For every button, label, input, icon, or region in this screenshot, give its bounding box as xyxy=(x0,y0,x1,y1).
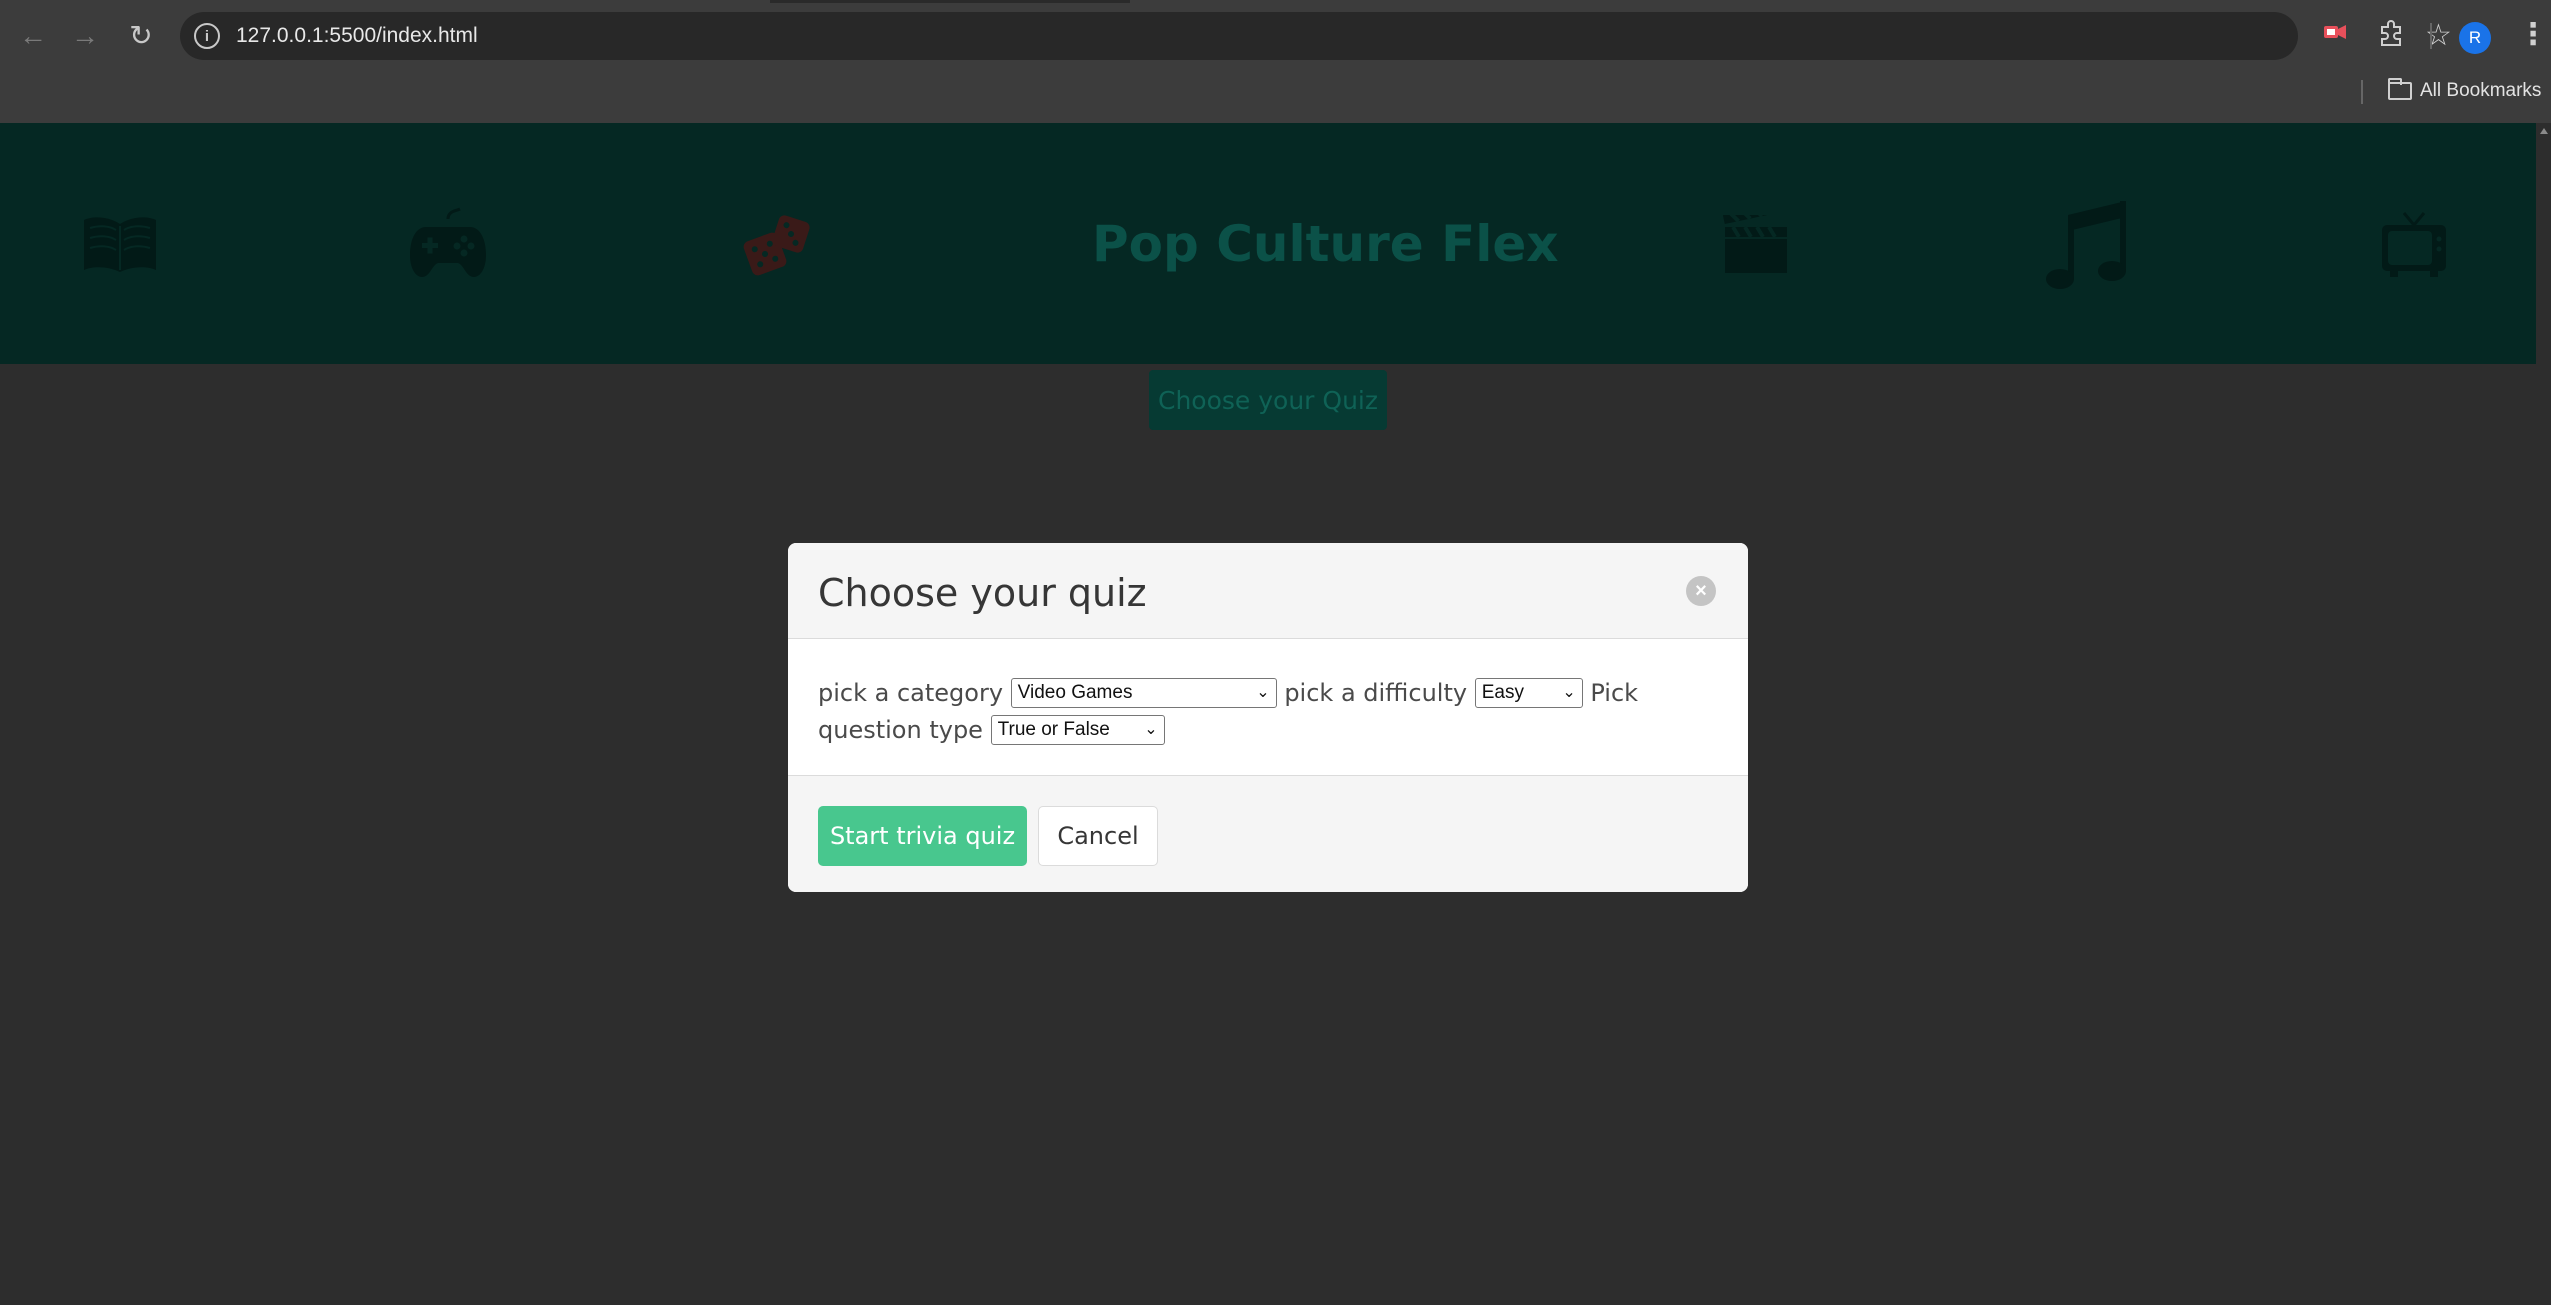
forward-icon[interactable]: → xyxy=(66,17,104,55)
extensions-puzzle-icon[interactable] xyxy=(2378,19,2406,54)
page-scrollbar[interactable] xyxy=(2536,123,2551,1305)
all-bookmarks-label: All Bookmarks xyxy=(2420,80,2542,101)
chevron-down-icon: ⌄ xyxy=(1256,684,1270,701)
browser-chrome: ← → ↻ i 127.0.0.1:5500/index.html ☆ R ⋮ … xyxy=(0,0,2551,123)
modal-title: Choose your quiz xyxy=(818,571,1147,615)
question-type-select-value: True or False xyxy=(997,719,1110,740)
modal-footer: Start trivia quiz Cancel xyxy=(788,775,1748,892)
difficulty-select[interactable]: Easy ⌄ xyxy=(1474,678,1583,708)
toolbar-separator xyxy=(2430,23,2432,49)
browser-toolbar: ← → ↻ i 127.0.0.1:5500/index.html ☆ R ⋮ xyxy=(0,9,2551,63)
start-trivia-quiz-button[interactable]: Start trivia quiz xyxy=(818,806,1027,866)
modal-header: Choose your quiz × xyxy=(788,543,1748,639)
difficulty-select-value: Easy xyxy=(1481,682,1524,703)
bookmarks-bar: All Bookmarks xyxy=(0,72,2551,118)
book-icon xyxy=(70,195,170,295)
close-icon[interactable]: × xyxy=(1686,576,1716,606)
bookmarks-separator xyxy=(2361,80,2363,104)
choose-quiz-button[interactable]: Choose your Quiz xyxy=(1149,370,1387,430)
gamepad-icon xyxy=(398,195,498,295)
music-note-icon xyxy=(2037,195,2137,295)
address-bar[interactable]: i 127.0.0.1:5500/index.html ☆ xyxy=(180,12,2452,60)
browser-menu-icon[interactable]: ⋮ xyxy=(2518,17,2548,52)
tv-icon xyxy=(2364,195,2464,295)
chevron-down-icon: ⌄ xyxy=(1562,684,1576,701)
category-label: pick a category xyxy=(818,679,1004,707)
extension-record-icon[interactable] xyxy=(2324,24,2348,40)
back-icon[interactable]: ← xyxy=(14,17,52,55)
difficulty-label: pick a difficulty xyxy=(1284,679,1468,707)
quiz-modal: Choose your quiz × pick a category Video… xyxy=(788,543,1748,892)
question-type-select[interactable]: True or False ⌄ xyxy=(990,715,1165,745)
site-info-icon[interactable]: i xyxy=(194,23,220,49)
header-banner: Pop Culture Flex xyxy=(0,123,2536,364)
clapperboard-icon xyxy=(1706,195,1806,295)
reload-icon[interactable]: ↻ xyxy=(122,17,160,55)
dice-icon xyxy=(728,195,828,295)
category-select-value: Video Games xyxy=(1017,682,1133,703)
question-type-label-2: type xyxy=(929,716,983,744)
category-select[interactable]: Video Games ⌄ xyxy=(1010,678,1277,708)
folder-icon xyxy=(2388,78,2412,100)
site-title: Pop Culture Flex xyxy=(1092,215,1559,273)
modal-body: pick a category Video Games ⌄ pick a dif… xyxy=(788,639,1748,775)
cancel-button[interactable]: Cancel xyxy=(1038,806,1158,866)
url-text[interactable]: 127.0.0.1:5500/index.html xyxy=(236,24,478,48)
chevron-down-icon: ⌄ xyxy=(1144,721,1158,738)
scroll-up-arrow-icon[interactable] xyxy=(2540,128,2548,134)
all-bookmarks-button[interactable]: All Bookmarks xyxy=(2388,78,2542,102)
tab-strip-edge xyxy=(770,0,1130,3)
profile-avatar[interactable]: R xyxy=(2459,22,2491,54)
